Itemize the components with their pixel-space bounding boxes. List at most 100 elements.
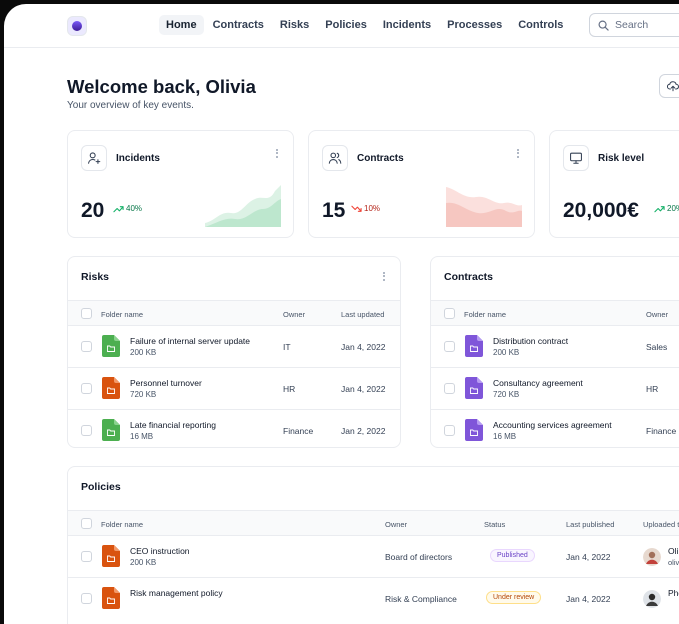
row-checkbox[interactable] xyxy=(81,551,92,562)
stat-title: Contracts xyxy=(357,153,404,164)
monitor-icon xyxy=(570,152,582,164)
row-checkbox[interactable] xyxy=(81,383,92,394)
stat-icon-box xyxy=(322,145,348,171)
cloud-upload-icon xyxy=(667,81,679,92)
sparkline-chart xyxy=(446,187,522,227)
file-name: Risk management policy xyxy=(130,588,223,598)
date-cell: Jan 4, 2022 xyxy=(566,594,611,604)
date-cell: Jan 2, 2022 xyxy=(341,426,386,436)
trend-indicator: 40% xyxy=(113,204,142,213)
stat-value: 20 xyxy=(81,199,105,222)
row-checkbox[interactable] xyxy=(444,425,455,436)
column-header: Last updated xyxy=(341,310,385,319)
file-size: 16 MB xyxy=(493,432,517,441)
row-checkbox[interactable] xyxy=(444,341,455,352)
column-header: Owner xyxy=(283,310,306,319)
nav-processes[interactable]: Processes xyxy=(440,15,509,35)
folder-file-icon xyxy=(102,377,120,399)
stat-title: Incidents xyxy=(116,153,160,164)
owner-cell: HR xyxy=(646,384,659,394)
panel-title: Contracts xyxy=(444,271,494,283)
row-checkbox[interactable] xyxy=(81,425,92,436)
folder-file-icon xyxy=(102,587,120,609)
stat-title: Risk level xyxy=(598,153,645,164)
search-input[interactable] xyxy=(615,19,679,31)
uploader-name: Oli xyxy=(668,546,679,556)
file-size: 200 KB xyxy=(130,348,157,357)
owner-cell: Finance xyxy=(283,426,314,436)
folder-file-icon xyxy=(465,335,483,357)
upload-button[interactable] xyxy=(659,74,679,98)
stat-icon-box xyxy=(563,145,589,171)
trend-up-icon xyxy=(654,205,665,212)
status-badge: Published xyxy=(490,549,535,562)
row-checkbox[interactable] xyxy=(81,341,92,352)
file-name: Distribution contract xyxy=(493,336,569,346)
search-icon xyxy=(598,20,609,31)
trend-indicator: 20% xyxy=(654,204,679,213)
stat-card-incidents: Incidents 20 40% xyxy=(67,130,294,238)
user-avatar-icon xyxy=(643,548,661,566)
select-all-checkbox[interactable] xyxy=(81,308,92,319)
table-row[interactable]: Personnel turnover 720 KB HR Jan 4, 2022 xyxy=(68,368,400,410)
column-header: Folder name xyxy=(101,520,144,529)
table-row[interactable]: Risk management policy Risk & Compliance… xyxy=(68,578,679,620)
users-icon xyxy=(328,152,342,164)
uploader-name: Phe xyxy=(668,588,679,598)
more-vertical-icon[interactable] xyxy=(271,146,283,160)
main-nav: Home Contracts Risks Policies Incidents … xyxy=(159,15,572,35)
stat-card-contracts: Contracts 15 10% xyxy=(308,130,535,238)
app-logo[interactable] xyxy=(67,16,87,36)
owner-cell: Board of directors xyxy=(385,552,453,562)
row-checkbox[interactable] xyxy=(444,383,455,394)
nav-controls[interactable]: Controls xyxy=(511,15,570,35)
stat-value: 20,000€ xyxy=(563,199,639,222)
nav-home[interactable]: Home xyxy=(159,15,204,35)
trend-value: 10% xyxy=(364,204,381,213)
search-box[interactable] xyxy=(589,13,679,37)
nav-incidents[interactable]: Incidents xyxy=(376,15,438,35)
user-avatar-icon xyxy=(643,590,661,608)
select-all-checkbox[interactable] xyxy=(81,518,92,529)
nav-contracts[interactable]: Contracts xyxy=(206,15,271,35)
trend-down-icon xyxy=(351,205,362,212)
folder-file-icon xyxy=(102,419,120,441)
folder-file-icon xyxy=(102,545,120,567)
folder-file-icon xyxy=(102,335,120,357)
table-header: Folder name Owner Last updated xyxy=(68,300,400,326)
column-header: Folder name xyxy=(464,310,507,319)
table-row[interactable]: Late financial reporting 16 MB Finance J… xyxy=(68,410,400,447)
column-header: Owner xyxy=(646,310,669,319)
file-name: Consultancy agreement xyxy=(493,378,583,388)
owner-cell: Sales xyxy=(646,342,668,352)
table-row[interactable]: CEO instruction 200 KB Board of director… xyxy=(68,536,679,578)
table-row[interactable]: Consultancy agreement 720 KB HR xyxy=(431,368,679,410)
date-cell: Jan 4, 2022 xyxy=(341,342,386,352)
nav-policies[interactable]: Policies xyxy=(318,15,374,35)
file-size: 16 MB xyxy=(130,432,154,441)
owner-cell: HR xyxy=(283,384,296,394)
table-header: Folder name Owner xyxy=(431,300,679,326)
file-size: 200 KB xyxy=(130,558,157,567)
owner-cell: IT xyxy=(283,342,291,352)
folder-file-icon xyxy=(465,419,483,441)
trend-indicator: 10% xyxy=(351,204,380,213)
stat-card-risk-level: Risk level 20,000€ 20% xyxy=(549,130,679,238)
select-all-checkbox[interactable] xyxy=(444,308,455,319)
file-name: Failure of internal server update xyxy=(130,336,251,346)
more-vertical-icon[interactable] xyxy=(378,269,390,283)
stat-icon-box xyxy=(81,145,107,171)
uploader-email: oliv xyxy=(668,558,679,567)
nav-risks[interactable]: Risks xyxy=(273,15,316,35)
table-row[interactable]: Failure of internal server update 200 KB… xyxy=(68,326,400,368)
trend-value: 40% xyxy=(126,204,143,213)
avatar xyxy=(643,590,661,608)
file-name: Personnel turnover xyxy=(130,378,202,388)
table-row[interactable]: Accounting services agreement 16 MB Fina… xyxy=(431,410,679,447)
file-size: 200 KB xyxy=(493,348,520,357)
table-row[interactable]: Distribution contract 200 KB Sales xyxy=(431,326,679,368)
file-size: 720 KB xyxy=(130,390,157,399)
stat-value: 15 xyxy=(322,199,346,222)
policies-panel: Policies Folder name Owner Status Last p… xyxy=(67,466,679,624)
more-vertical-icon[interactable] xyxy=(512,146,524,160)
